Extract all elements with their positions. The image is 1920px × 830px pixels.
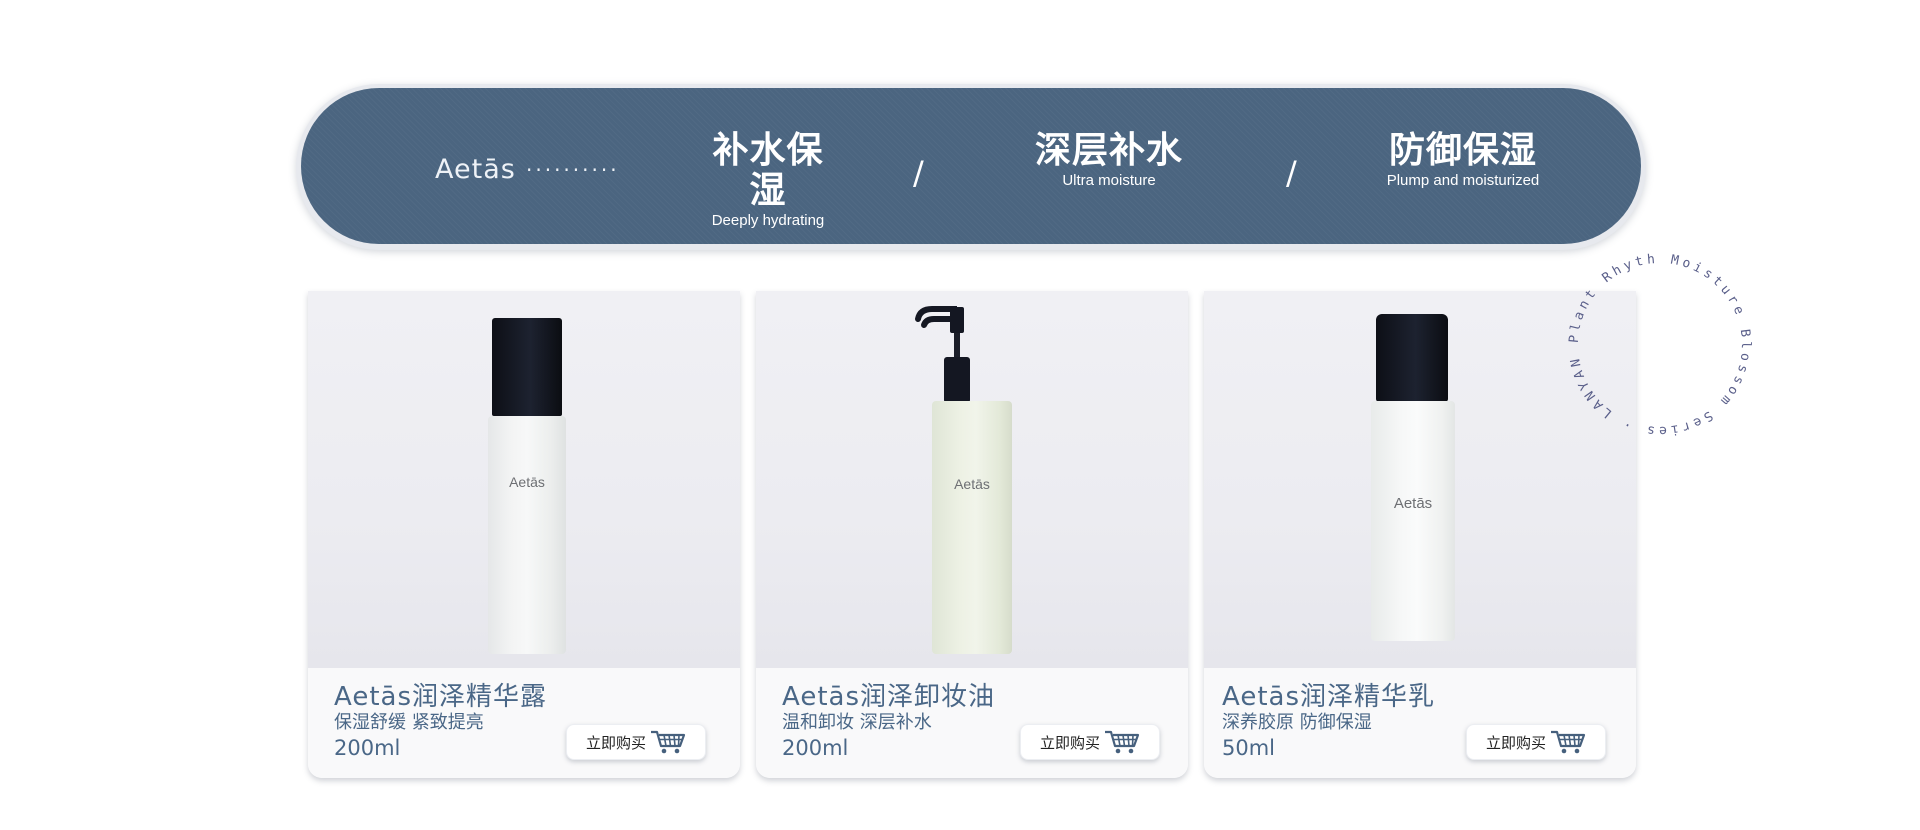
buy-now-button[interactable]: 立即购买 [566,724,706,760]
dotted-divider: ·········· [526,158,620,182]
bottle-image: Aetās [756,291,1188,668]
brand-logo-text: Aetās [435,154,516,185]
product-info: Aetās润泽卸妆油 温和卸妆 深层补水 200ml 立即购买 [756,668,1188,778]
bottle-label: Aetās [509,474,545,490]
product-info: Aetās润泽精华露 保湿舒缓 紧致提亮 200ml 立即购买 [308,668,740,778]
feature-banner: Aetās ·········· 补水保湿 Deeply hydrating /… [301,88,1641,244]
shopping-cart-icon [651,730,686,754]
svg-text:Moisture Blossom Series · LANY: Moisture Blossom Series · LANYAN Plant R… [1560,245,1753,438]
product-photo: Aetās [756,291,1188,668]
product-photo: Aetās [308,291,740,668]
product-info: Aetās润泽精华乳 深养胶原 防御保湿 50ml 立即购买 [1204,668,1636,778]
buy-now-label: 立即购买 [585,733,646,752]
product-tagline: 温和卸妆 深层补水 [782,712,932,733]
buy-now-button[interactable]: 立即购买 [1466,724,1606,760]
feature-moisture: 深层补水 Ultra moisture [1034,131,1184,190]
bottle-label: Aetās [954,476,990,492]
feature-separator: / [913,154,924,192]
feature-hydrating: 补水保湿 Deeply hydrating [695,131,841,230]
feature-title: 深层补水 [1034,130,1183,171]
feature-subtitle: Plump and moisturized [1386,172,1540,189]
shopping-cart-icon [1551,730,1586,754]
product-volume: 50ml [1222,736,1276,760]
feature-separator: / [1286,154,1297,192]
product-card-cleansing-oil[interactable]: Aetās Aetās润泽卸妆油 温和卸妆 深层补水 200ml 立即购买 [756,291,1188,778]
product-card-essence[interactable]: Aetās Aetās润泽精华露 保湿舒缓 紧致提亮 200ml 立即购买 [308,291,740,778]
feature-subtitle: Ultra moisture [1062,172,1156,189]
buy-now-button[interactable]: 立即购买 [1020,724,1160,760]
feature-title: 补水保湿 [712,130,824,211]
bottle-label: Aetās [1393,495,1433,512]
bottle-image: Aetās [308,291,740,668]
product-tagline: 深养胶原 防御保湿 [1222,712,1372,733]
product-tagline: 保湿舒缓 紧致提亮 [334,712,484,733]
feature-title: 防御保湿 [1388,130,1537,171]
buy-now-label: 立即购买 [1485,733,1546,752]
product-volume: 200ml [782,736,849,760]
feature-plump: 防御保湿 Plump and moisturized [1378,131,1548,190]
ring-text: Moisture Blossom Series · LANYAN Plant R… [1560,245,1749,438]
pump-icon [915,306,970,403]
buy-now-label: 立即购买 [1039,733,1100,752]
shopping-cart-icon [1105,730,1140,754]
circular-series-stamp: Moisture Blossom Series · LANYAN Plant R… [1560,245,1753,438]
feature-subtitle: Deeply hydrating [711,212,825,229]
product-volume: 200ml [334,736,401,760]
